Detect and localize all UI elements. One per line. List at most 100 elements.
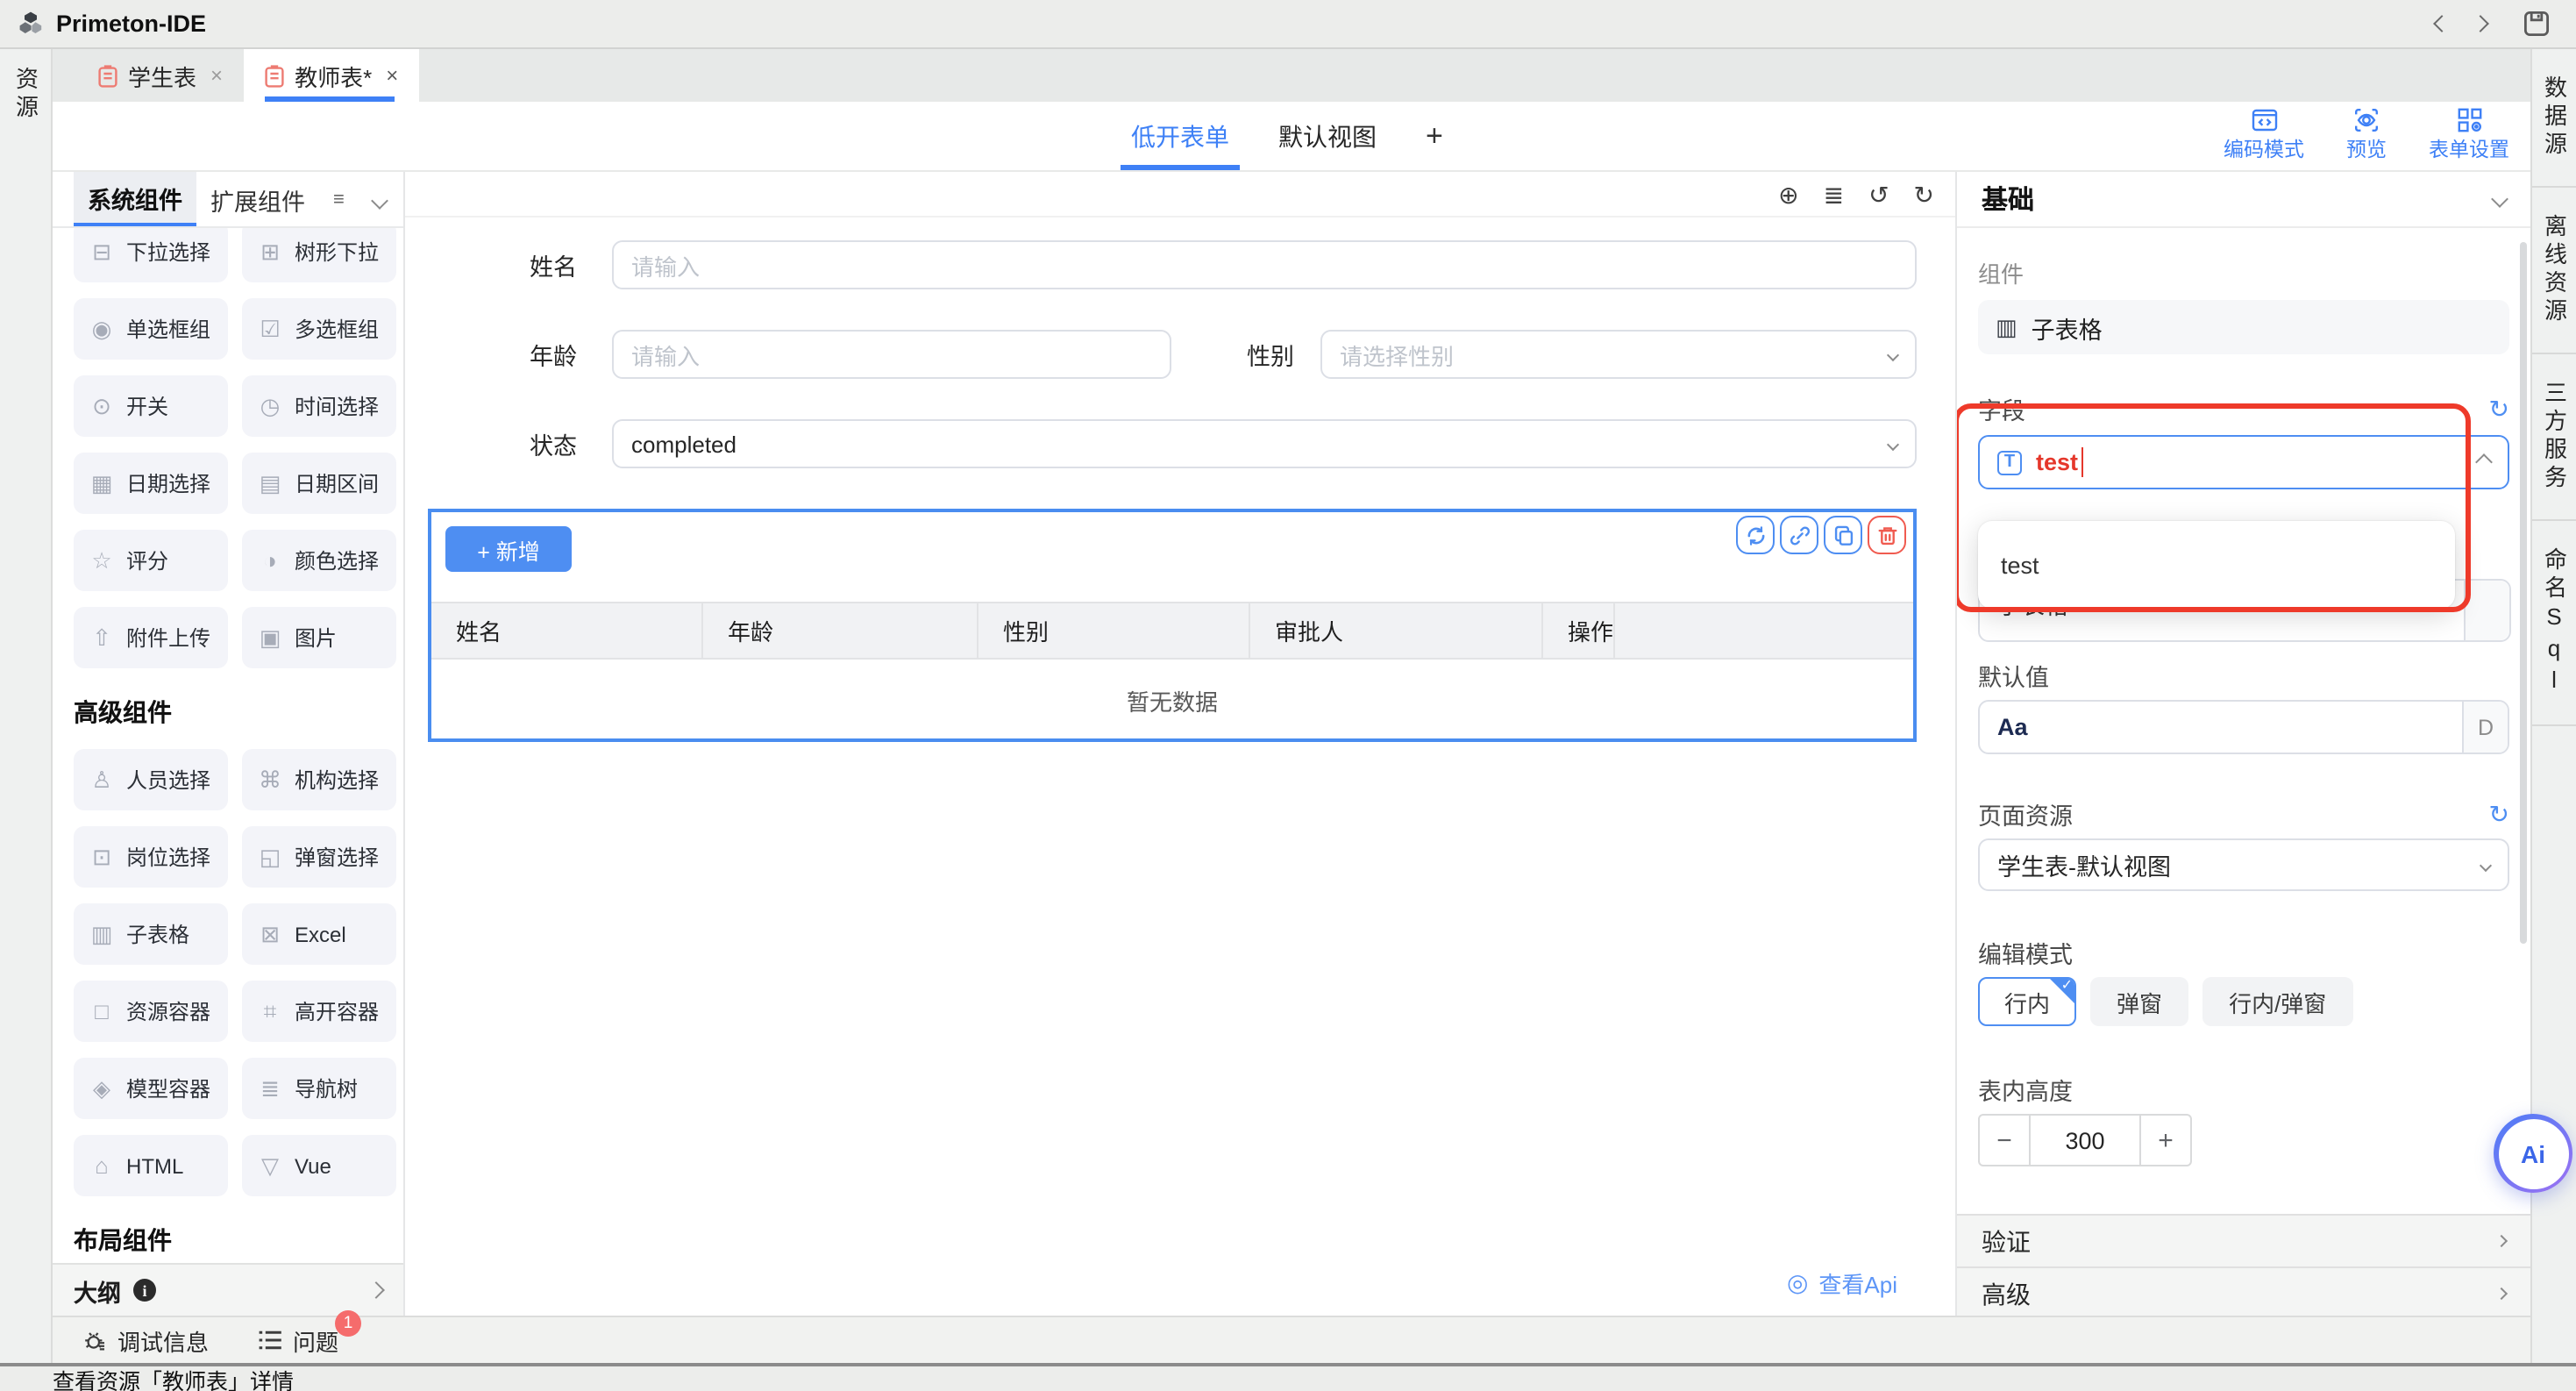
component-item[interactable]: ◈ 模型容器 (74, 1058, 228, 1119)
excel-icon: ⊠ (258, 920, 282, 948)
outline-row[interactable]: 大纲 i (53, 1263, 403, 1316)
nav-back-button[interactable] (2422, 6, 2460, 41)
inspector-section-row[interactable]: 验证 (1957, 1214, 2530, 1266)
add-row-button[interactable]: + 新增 (445, 526, 572, 572)
component-item[interactable]: ▦ 日期选择 (74, 453, 228, 514)
component-item[interactable]: ◉ 单选框组 (74, 298, 228, 360)
field-combobox[interactable]: T test (1978, 435, 2509, 489)
status-select[interactable]: completed (612, 419, 1917, 468)
sync-button[interactable] (1736, 516, 1775, 554)
outline-tree-icon[interactable]: ≣ (1824, 182, 1844, 206)
code-mode-button[interactable]: 编码模式 (2224, 107, 2304, 163)
component-item-label: 多选框组 (295, 314, 379, 344)
delete-button[interactable] (1868, 516, 1906, 554)
redo-icon[interactable]: ↻ (1914, 182, 1934, 206)
ai-assistant-label: Ai (2498, 1118, 2568, 1188)
panel-menu-icon[interactable]: ≡ (333, 189, 345, 210)
component-item[interactable]: ☑ 多选框组 (242, 298, 396, 360)
right-rail-tab[interactable]: 离线资源 (2532, 188, 2576, 354)
inspector-header[interactable]: 基础 (1957, 172, 2530, 228)
name-input[interactable]: 请输入 (612, 240, 1917, 289)
tab-extension-components[interactable]: 扩展组件 (196, 172, 319, 226)
chevron-down-icon (1887, 348, 1899, 360)
component-item-label: 高开容器 (295, 996, 379, 1026)
component-item[interactable]: ◑ 颜色选择 (242, 530, 396, 591)
edit-mode-label: 编辑模式 (1978, 935, 2509, 970)
component-item[interactable]: ⇧ 附件上传 (74, 607, 228, 668)
globe-icon[interactable]: ⊕ (1778, 182, 1798, 206)
inspector-scrollbar[interactable] (2520, 242, 2527, 944)
component-item[interactable]: ⌂ HTML (74, 1135, 228, 1196)
nav-forward-button[interactable] (2460, 6, 2499, 41)
decrease-button[interactable]: − (1978, 1114, 2031, 1166)
close-tab-icon[interactable]: × (210, 63, 223, 88)
collapsed-sections: 验证 高级 样式 (1957, 1214, 2530, 1316)
refresh-icon[interactable]: ↻ (2489, 802, 2509, 826)
resources-rail-tab[interactable]: 资源 (9, 67, 42, 123)
color-picker-icon: ◑ (258, 547, 282, 574)
edit-mode-dialog[interactable]: 弹窗 (2090, 977, 2188, 1026)
switch-icon: ⊙ (89, 392, 114, 420)
component-item[interactable]: ♙ 人员选择 (74, 749, 228, 810)
component-item[interactable]: ◱ 弹窗选择 (242, 826, 396, 888)
check-icon: ✓ (2061, 977, 2073, 993)
problems-button[interactable]: 问题 1 (258, 1323, 338, 1357)
component-item[interactable]: ⊠ Excel (242, 903, 396, 965)
post-select-icon: ⊡ (89, 843, 114, 871)
tab-lowcode-form[interactable]: 低开表单 (1131, 102, 1229, 170)
close-tab-icon[interactable]: × (386, 63, 398, 88)
tab-default-view[interactable]: 默认视图 (1278, 102, 1377, 170)
outline-label: 大纲 (74, 1273, 121, 1308)
component-item[interactable]: ☆ 评分 (74, 530, 228, 591)
debug-info-button[interactable]: 调试信息 (82, 1323, 209, 1357)
default-value-input[interactable]: Aa D (1978, 700, 2509, 754)
component-item[interactable]: ⌘ 机构选择 (242, 749, 396, 810)
edit-mode-inline[interactable]: 行内 ✓ (1978, 977, 2076, 1026)
component-item[interactable]: □ 资源容器 (74, 981, 228, 1042)
component-item-label: 时间选择 (295, 391, 379, 421)
preview-button[interactable]: 预览 (2346, 107, 2387, 163)
increase-button[interactable]: + (2139, 1114, 2192, 1166)
age-input[interactable]: 请输入 (612, 330, 1171, 379)
tab-system-components[interactable]: 系统组件 (74, 172, 196, 226)
subtable-icon: ▥ (89, 920, 114, 948)
refresh-icon[interactable]: ↻ (2489, 396, 2509, 421)
table-height-value: 300 (2031, 1114, 2139, 1166)
link-button[interactable] (1780, 516, 1818, 554)
edit-mode-inline-dialog[interactable]: 行内/弹窗 (2202, 977, 2352, 1026)
file-tab-student[interactable]: 学生表 × (77, 49, 244, 102)
default-value-suffix-button[interactable]: D (2462, 702, 2508, 753)
component-item[interactable]: ⌗ 高开容器 (242, 981, 396, 1042)
component-item[interactable]: ▽ Vue (242, 1135, 396, 1196)
component-item[interactable]: ≣ 导航树 (242, 1058, 396, 1119)
page-resource-select[interactable]: 学生表-默认视图 (1978, 838, 2509, 891)
component-item[interactable]: ◷ 时间选择 (242, 375, 396, 437)
component-item[interactable]: ⊡ 岗位选择 (74, 826, 228, 888)
copy-button[interactable] (1824, 516, 1862, 554)
ai-assistant-button[interactable]: Ai (2494, 1114, 2572, 1193)
view-api-link[interactable]: ◎ 查看Api (1787, 1266, 1897, 1300)
title-bar: Primeton-IDE (0, 0, 2576, 49)
file-tab-teacher-active[interactable]: 教师表* × (244, 49, 419, 102)
component-item[interactable]: ⊞ 树形下拉 (242, 228, 396, 282)
right-rail-tab[interactable]: 数据源 (2532, 49, 2576, 188)
panel-collapse-icon[interactable] (374, 186, 386, 212)
component-item[interactable]: ▤ 日期区间 (242, 453, 396, 514)
component-item[interactable]: ⊙ 开关 (74, 375, 228, 437)
undo-icon[interactable]: ↺ (1868, 182, 1889, 206)
right-rail-tab[interactable]: 三方服务 (2532, 354, 2576, 521)
gender-select[interactable]: 请选择性别 (1320, 330, 1917, 379)
save-icon[interactable] (2516, 6, 2555, 41)
component-item[interactable]: ▣ 图片 (242, 607, 396, 668)
code-mode-label: 编码模式 (2224, 135, 2304, 163)
subtable-component-selected[interactable]: + 新增 姓名 年龄 性别 审批人 (428, 509, 1917, 742)
component-item[interactable]: ⊟ 下拉选择 (74, 228, 228, 282)
subtable-column-header: 操作 (1543, 603, 1615, 658)
add-view-button[interactable]: + (1426, 102, 1443, 170)
field-dropdown-option[interactable]: test (1978, 552, 2455, 578)
inspector-section-row[interactable]: 高级 (1957, 1266, 2530, 1316)
component-item[interactable]: ▥ 子表格 (74, 903, 228, 965)
right-rail-tab[interactable]: 命名Sql (2532, 521, 2576, 726)
component-panel-tabs: 系统组件 扩展组件 ≡ (53, 172, 403, 228)
form-settings-button[interactable]: 表单设置 (2429, 107, 2509, 163)
